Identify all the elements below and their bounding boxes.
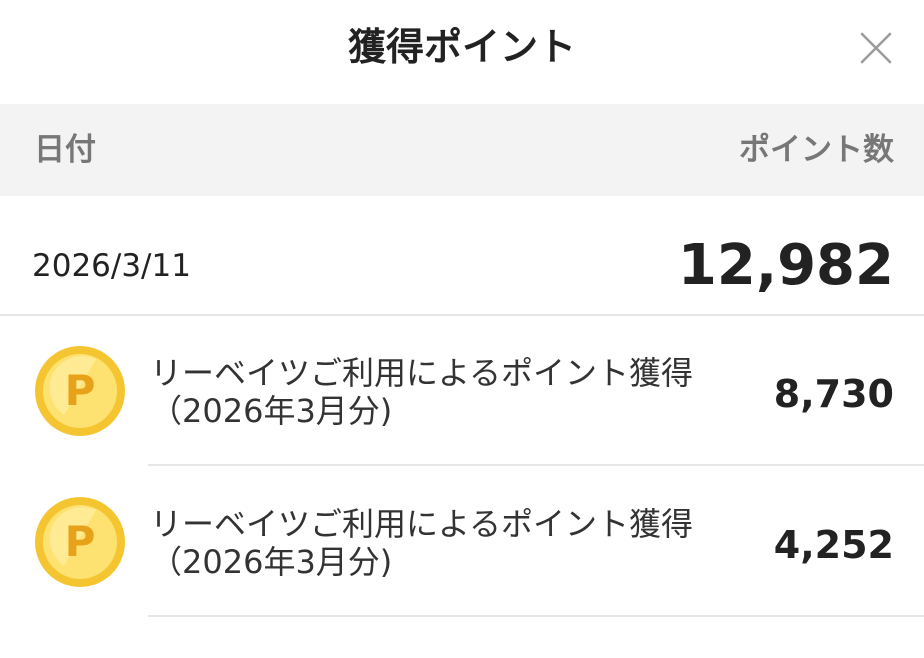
column-points-label: ポイント数 — [739, 132, 894, 168]
date-group-row: 2026/3/11 12,982 — [0, 196, 924, 316]
point-coin-icon: P — [35, 497, 125, 587]
list-item: P リーベイツご利用によるポイント獲得（2026年3月分) 8,730 — [0, 316, 924, 466]
divider — [148, 615, 924, 617]
column-date-label: 日付 — [34, 132, 96, 168]
svg-text:P: P — [65, 366, 96, 415]
close-icon — [860, 32, 892, 64]
column-header: 日付 ポイント数 — [0, 104, 924, 196]
item-points: 4,252 — [773, 523, 894, 567]
divider — [148, 464, 924, 466]
item-description: リーベイツご利用によるポイント獲得（2026年3月分) — [150, 505, 694, 581]
page-title: 獲得ポイント — [347, 25, 576, 69]
earned-points-modal: 獲得ポイント 日付 ポイント数 2026/3/11 12,982 P リーベイツ… — [0, 0, 924, 658]
group-total-points: 12,982 — [677, 233, 894, 298]
group-date: 2026/3/11 — [32, 248, 191, 284]
svg-text:P: P — [65, 517, 96, 566]
close-button[interactable] — [852, 24, 900, 72]
item-points: 8,730 — [773, 372, 894, 416]
list-item: P リーベイツご利用によるポイント獲得（2026年3月分) 4,252 — [0, 467, 924, 617]
point-coin-icon: P — [35, 346, 125, 436]
modal-header: 獲得ポイント — [0, 0, 924, 104]
item-description: リーベイツご利用によるポイント獲得（2026年3月分) — [150, 354, 694, 430]
